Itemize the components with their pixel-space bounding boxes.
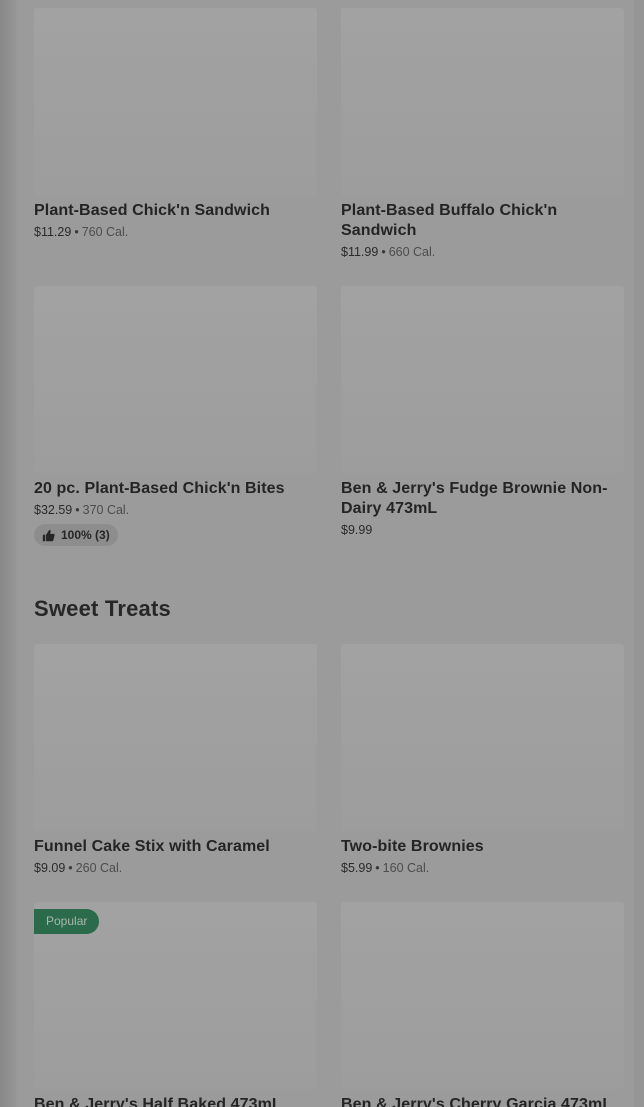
item-name: Plant-Based Chick'n Sandwich xyxy=(34,202,270,219)
rating-text: 100% (3) xyxy=(61,528,110,542)
item-name: 20 pc. Plant-Based Chick'n Bites xyxy=(34,480,285,497)
item-image xyxy=(341,644,624,831)
item-calories: 160 Cal. xyxy=(382,861,430,875)
item-price: $32.59 xyxy=(34,503,73,517)
menu-page: Plant-Based Chick'n Sandwich $11.29 • 760 … xyxy=(0,0,644,1107)
section-title: Sweet Treats xyxy=(34,596,171,621)
thumbs-up-icon xyxy=(42,529,55,541)
menu-item-card[interactable]: Two-bite Brownies $5.99 • 160 Cal. xyxy=(341,644,624,876)
item-meta: $5.99 • 160 Cal. xyxy=(341,861,430,875)
item-name: Funnel Cake Stix with Caramel xyxy=(34,838,270,855)
item-image xyxy=(341,8,624,195)
item-meta: $11.99 • 660 Cal. xyxy=(341,245,436,259)
right-edge xyxy=(634,0,644,1107)
menu-item-card[interactable]: Plant-Based Chick'n Sandwich $11.29 • 760 … xyxy=(34,8,317,240)
item-calories: 260 Cal. xyxy=(75,861,123,875)
item-name: Ben & Jerry's Fudge Brownie Non-Dairy 47… xyxy=(341,480,608,517)
rating-badge: 100% (3) xyxy=(34,524,118,546)
menu-item-card[interactable]: Ben & Jerry's Cherry Garcia 473mL xyxy=(341,902,624,1107)
item-name: Two-bite Brownies xyxy=(341,838,484,855)
popular-badge: Popular xyxy=(34,909,100,934)
item-name: Ben & Jerry's Half Baked 473mL xyxy=(34,1096,282,1107)
item-meta: $11.29 • 760 Cal. xyxy=(34,225,129,239)
item-price: $11.29 xyxy=(34,225,72,239)
item-image xyxy=(341,902,624,1089)
item-name: Ben & Jerry's Cherry Garcia 473mL xyxy=(341,1096,613,1107)
menu-item-card[interactable]: Plant-Based Buffalo Chick'n Sandwich $11… xyxy=(341,8,624,260)
item-price: $11.99 xyxy=(341,245,379,259)
item-price: $9.09 xyxy=(34,861,66,875)
item-image: Popular xyxy=(34,902,317,1089)
item-image xyxy=(341,286,624,473)
menu-item-card[interactable]: Ben & Jerry's Fudge Brownie Non-Dairy 47… xyxy=(341,286,624,538)
item-image xyxy=(34,644,317,831)
item-calories: 660 Cal. xyxy=(388,245,436,259)
item-price: $9.99 xyxy=(341,523,373,537)
menu-item-card[interactable]: Popular Ben & Jerry's Half Baked 473mL xyxy=(34,902,317,1107)
left-shadow xyxy=(0,0,20,1107)
item-price: $5.99 xyxy=(341,861,373,875)
item-calories: 370 Cal. xyxy=(82,503,130,517)
item-name: Plant-Based Buffalo Chick'n Sandwich xyxy=(341,202,558,239)
item-meta: $9.99 xyxy=(341,522,624,538)
menu-item-card[interactable]: 20 pc. Plant-Based Chick'n Bites $32.59 •… xyxy=(34,286,317,547)
item-meta: $32.59 • 370 Cal. xyxy=(34,503,130,517)
item-meta: $9.09 • 260 Cal. xyxy=(34,861,123,875)
menu-item-card[interactable]: Funnel Cake Stix with Caramel $9.09 • 260 … xyxy=(34,644,317,876)
item-calories: 760 Cal. xyxy=(81,225,129,239)
item-image xyxy=(34,286,317,473)
item-image xyxy=(34,8,317,195)
